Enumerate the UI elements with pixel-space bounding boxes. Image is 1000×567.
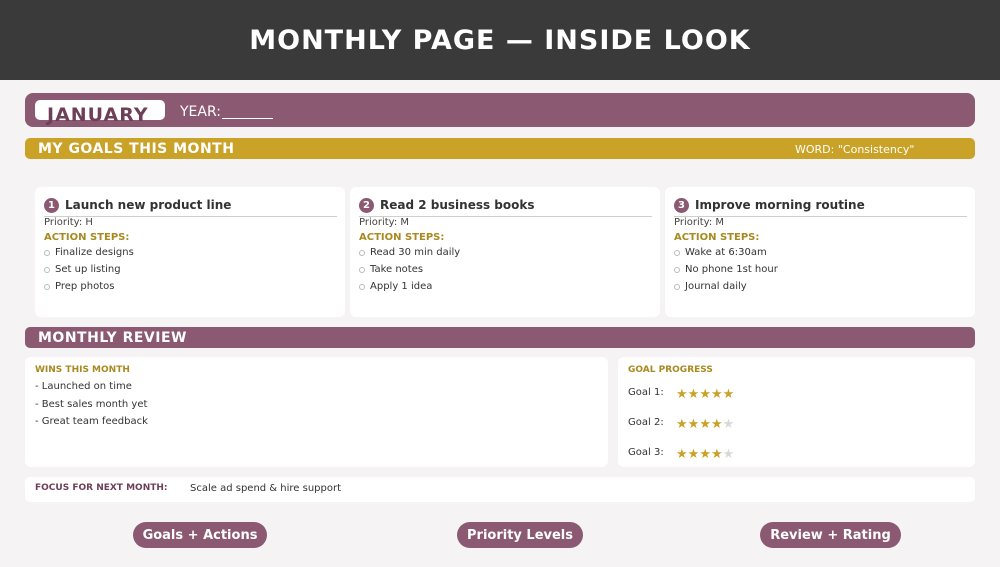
- action-step-text: Set up listing: [55, 264, 121, 275]
- action-step[interactable]: Set up listing: [44, 261, 134, 278]
- goal-card-1: 1 Launch new product line Priority: H AC…: [35, 187, 345, 317]
- star-filled-icon[interactable]: ★: [688, 417, 700, 432]
- goal-card-3: 3 Improve morning routine Priority: M AC…: [665, 187, 975, 317]
- action-step-text: Finalize designs: [55, 247, 134, 258]
- star-filled-icon[interactable]: ★: [676, 387, 688, 402]
- circle-bullet-icon: [44, 266, 50, 273]
- progress-row: Goal 1: ★★★★★: [628, 383, 734, 402]
- review-section-title: MONTHLY REVIEW: [38, 330, 187, 346]
- action-step-text: Apply 1 idea: [370, 281, 433, 292]
- star-empty-icon[interactable]: ★: [723, 447, 735, 462]
- goal-number-badge: 3: [674, 197, 689, 213]
- progress-goal-label: Goal 3:: [628, 447, 664, 458]
- month-name: JANUARY: [47, 104, 149, 126]
- star-filled-icon[interactable]: ★: [676, 417, 688, 432]
- goal-header: 3 Improve morning routine: [674, 194, 967, 217]
- star-filled-icon[interactable]: ★: [711, 417, 723, 432]
- wins-list: - Launched on time - Best sales month ye…: [35, 381, 148, 434]
- circle-bullet-icon: [359, 266, 365, 273]
- circle-bullet-icon: [359, 283, 365, 290]
- action-step[interactable]: Finalize designs: [44, 244, 134, 261]
- progress-goal-label: Goal 1:: [628, 387, 664, 398]
- goal-title: Improve morning routine: [695, 198, 865, 212]
- goal-priority: Priority: H: [44, 217, 93, 228]
- circle-bullet-icon: [44, 249, 50, 256]
- pill-goals-actions[interactable]: Goals + Actions: [133, 522, 267, 548]
- goal-progress-panel: GOAL PROGRESS Goal 1: ★★★★★ Goal 2: ★★★★…: [618, 357, 975, 467]
- progress-goal-label: Goal 2:: [628, 417, 664, 428]
- star-filled-icon[interactable]: ★: [711, 447, 723, 462]
- action-step-text: Wake at 6:30am: [685, 247, 767, 258]
- star-filled-icon[interactable]: ★: [688, 447, 700, 462]
- header-bar: MONTHLY PAGE — INSIDE LOOK: [0, 0, 1000, 80]
- star-rating[interactable]: ★★★★★: [676, 383, 734, 402]
- focus-value[interactable]: Scale ad spend & hire support: [190, 483, 341, 494]
- action-step-text: Take notes: [370, 264, 424, 275]
- win-item: - Great team feedback: [35, 416, 148, 427]
- circle-bullet-icon: [674, 283, 680, 290]
- pill-review-rating[interactable]: Review + Rating: [760, 522, 901, 548]
- word-of-month: WORD: "Consistency": [795, 143, 915, 156]
- goals-section-title: MY GOALS THIS MONTH: [38, 141, 235, 157]
- action-step[interactable]: Journal daily: [674, 278, 778, 295]
- action-step[interactable]: Read 30 min daily: [359, 244, 460, 261]
- star-filled-icon[interactable]: ★: [711, 387, 723, 402]
- circle-bullet-icon: [674, 266, 680, 273]
- action-steps-label: ACTION STEPS:: [674, 232, 760, 243]
- star-filled-icon[interactable]: ★: [676, 447, 688, 462]
- star-rating[interactable]: ★★★★★: [676, 413, 734, 432]
- circle-bullet-icon: [44, 283, 50, 290]
- goal-priority: Priority: M: [359, 217, 410, 228]
- star-filled-icon[interactable]: ★: [723, 387, 735, 402]
- star-filled-icon[interactable]: ★: [699, 387, 711, 402]
- wins-label: WINS THIS MONTH: [35, 365, 130, 375]
- goal-title: Read 2 business books: [380, 198, 535, 212]
- progress-row: Goal 3: ★★★★★: [628, 443, 734, 462]
- action-step-text: Read 30 min daily: [370, 247, 461, 258]
- goal-title: Launch new product line: [65, 198, 232, 212]
- action-step-text: Journal daily: [685, 281, 747, 292]
- circle-bullet-icon: [674, 249, 680, 256]
- goal-header: 2 Read 2 business books: [359, 194, 652, 217]
- goal-number-badge: 1: [44, 197, 59, 213]
- goal-card-2: 2 Read 2 business books Priority: M ACTI…: [350, 187, 660, 317]
- wins-panel: WINS THIS MONTH - Launched on time - Bes…: [25, 357, 608, 467]
- month-bar: JANUARY YEAR:: [25, 93, 975, 127]
- action-steps-list: Read 30 min daily Take notes Apply 1 ide…: [359, 244, 460, 295]
- goal-progress-label: GOAL PROGRESS: [628, 365, 713, 375]
- year-label: YEAR:: [180, 104, 221, 120]
- action-step[interactable]: Apply 1 idea: [359, 278, 460, 295]
- goal-number-badge: 2: [359, 197, 374, 213]
- star-filled-icon[interactable]: ★: [699, 447, 711, 462]
- goal-priority: Priority: M: [674, 217, 725, 228]
- action-step[interactable]: Take notes: [359, 261, 460, 278]
- star-filled-icon[interactable]: ★: [699, 417, 711, 432]
- circle-bullet-icon: [359, 249, 365, 256]
- page-title: MONTHLY PAGE — INSIDE LOOK: [249, 24, 751, 56]
- year-field[interactable]: [222, 118, 273, 119]
- star-filled-icon[interactable]: ★: [688, 387, 700, 402]
- goal-header: 1 Launch new product line: [44, 194, 337, 217]
- review-section-bar: MONTHLY REVIEW: [25, 327, 975, 348]
- action-step-text: Prep photos: [55, 281, 115, 292]
- win-item: - Launched on time: [35, 381, 132, 392]
- progress-row: Goal 2: ★★★★★: [628, 413, 734, 432]
- goals-section-bar: MY GOALS THIS MONTH WORD: "Consistency": [25, 138, 975, 159]
- win-item: - Best sales month yet: [35, 398, 148, 410]
- focus-next-month: FOCUS FOR NEXT MONTH: Scale ad spend & h…: [25, 477, 975, 502]
- action-steps-list: Finalize designs Set up listing Prep pho…: [44, 244, 134, 295]
- action-step[interactable]: Wake at 6:30am: [674, 244, 778, 261]
- focus-label: FOCUS FOR NEXT MONTH:: [35, 483, 168, 493]
- star-empty-icon[interactable]: ★: [723, 417, 735, 432]
- action-step[interactable]: No phone 1st hour: [674, 261, 778, 278]
- month-field[interactable]: JANUARY: [35, 100, 165, 126]
- action-step-text: No phone 1st hour: [685, 264, 778, 275]
- action-steps-label: ACTION STEPS:: [44, 232, 130, 243]
- action-step[interactable]: Prep photos: [44, 278, 134, 295]
- action-steps-label: ACTION STEPS:: [359, 232, 445, 243]
- action-steps-list: Wake at 6:30am No phone 1st hour Journal…: [674, 244, 778, 295]
- star-rating[interactable]: ★★★★★: [676, 443, 734, 462]
- pill-priority-levels[interactable]: Priority Levels: [457, 522, 583, 548]
